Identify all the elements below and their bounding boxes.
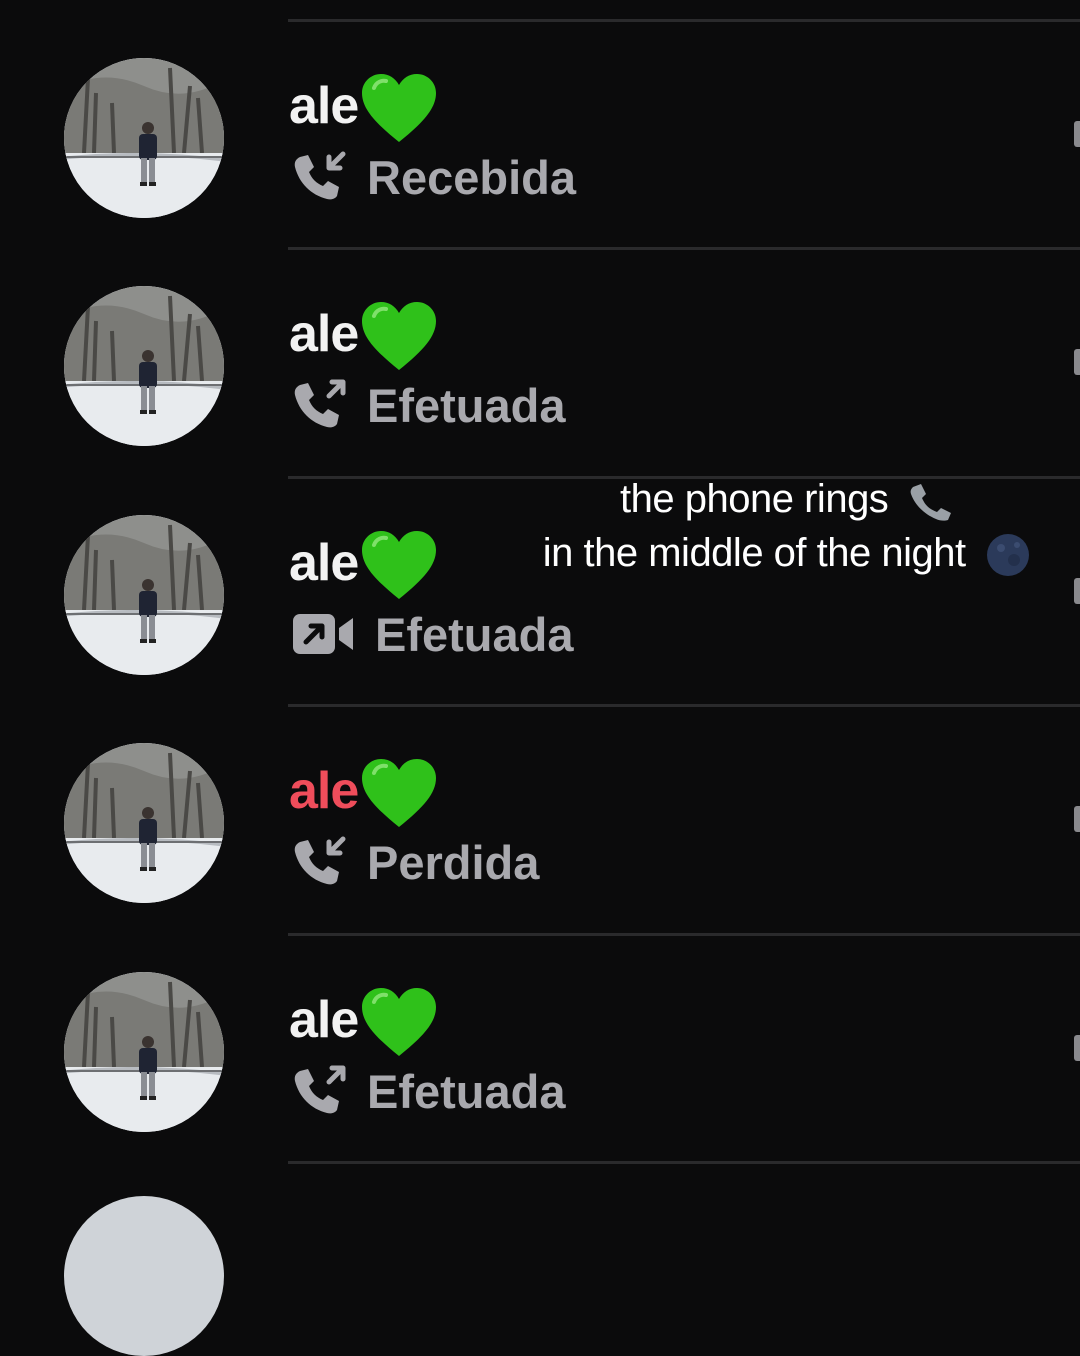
call-row[interactable]: ale Efetuada: [0, 935, 1080, 1163]
video-outgoing-icon: [293, 614, 353, 654]
contact-name: ale: [289, 534, 359, 592]
call-info-edge[interactable]: [1074, 121, 1080, 147]
call-info-edge[interactable]: [1074, 1035, 1080, 1061]
contact-name: ale: [289, 305, 359, 363]
contact-avatar[interactable]: [64, 515, 224, 675]
call-info-edge[interactable]: [1074, 806, 1080, 832]
green-heart-icon: [360, 300, 438, 372]
green-heart-icon: [360, 72, 438, 144]
call-type-label: Recebida: [367, 150, 576, 204]
contact-avatar[interactable]: [64, 286, 224, 446]
contact-name: ale: [289, 991, 359, 1049]
call-info-edge[interactable]: [1074, 578, 1080, 604]
call-type-label: Efetuada: [367, 378, 566, 432]
contact-name: ale: [289, 77, 359, 135]
contact-avatar-partial: [64, 1196, 224, 1356]
phone-incoming-icon: [294, 151, 346, 200]
phone-incoming-icon: [294, 836, 346, 885]
caption-line-2: in the middle of the night: [542, 531, 966, 575]
call-type-label: Perdida: [367, 835, 540, 889]
call-type-label: Efetuada: [367, 1064, 566, 1118]
call-row[interactable]: ale Perdida: [0, 706, 1080, 934]
call-info-edge[interactable]: [1074, 349, 1080, 375]
phone-outgoing-icon: [294, 1065, 346, 1114]
green-heart-icon: [360, 529, 438, 601]
call-row[interactable]: ale Efetuada: [0, 249, 1080, 477]
contact-avatar[interactable]: [64, 972, 224, 1132]
green-heart-icon: [360, 986, 438, 1058]
caption-line-1: the phone rings: [620, 477, 889, 521]
phone-outgoing-icon: [294, 379, 346, 428]
telephone-receiver-icon: [910, 484, 951, 522]
contact-name: ale: [289, 762, 359, 820]
overlay-caption: the phone rings in the middle of the nig…: [500, 472, 1075, 580]
new-moon-icon: [987, 534, 1030, 577]
contact-avatar[interactable]: [64, 743, 224, 903]
green-heart-icon: [360, 757, 438, 829]
call-row[interactable]: ale Recebida: [0, 21, 1080, 249]
contact-avatar[interactable]: [64, 58, 224, 218]
call-type-label: Efetuada: [375, 607, 574, 661]
